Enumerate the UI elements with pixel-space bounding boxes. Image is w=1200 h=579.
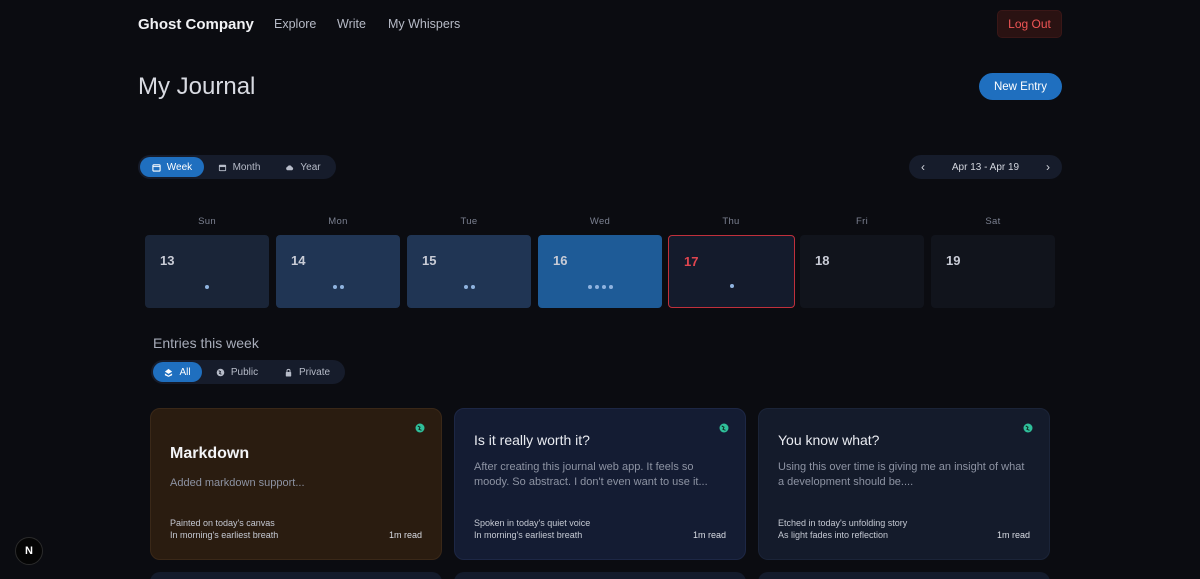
weekday-label: Fri [856,216,868,227]
read-time: 1m read [692,530,726,540]
chevron-right-icon[interactable]: › [1046,161,1050,173]
entry-dots [669,284,794,288]
brand-logo[interactable]: Ghost Company [138,16,254,33]
day-cell[interactable]: 18 [800,235,924,308]
view-month-tab[interactable]: Month [204,157,274,177]
entry-caption: Etched in today's unfolding story [778,518,908,528]
day-number: 19 [946,253,961,268]
day-cell[interactable]: 16 [538,235,662,308]
nav-link-my-whispers[interactable]: My Whispers [388,17,460,31]
globe-icon [216,368,225,377]
entries-section-title: Entries this week [153,335,259,351]
view-week-tab[interactable]: Week [140,157,204,177]
day-cell[interactable]: 15 [407,235,531,308]
entry-title: Markdown [170,445,250,462]
date-range-nav: ‹ Apr 13 - Apr 19 › [909,155,1062,179]
filter-private-label: Private [298,366,331,378]
weekday-label: Sun [198,216,216,227]
lock-icon [284,368,293,377]
dev-tools-badge[interactable]: N [15,537,43,565]
entry-card[interactable]: You know what? Using this over time is g… [758,408,1050,560]
weekday-label: Wed [589,216,611,227]
day-number: 18 [815,253,830,268]
date-range-label: Apr 13 - Apr 19 [951,161,1020,173]
logout-button[interactable]: Log Out [997,10,1062,38]
new-entry-button[interactable]: New Entry [979,73,1062,100]
cloud-icon [285,163,294,172]
entry-card[interactable]: Markdown Added markdown support... Paint… [150,408,442,560]
entry-dot [470,285,475,289]
entry-dots [145,285,269,289]
day-number: 13 [160,253,175,268]
view-year-label: Year [300,161,321,173]
weekday-label: Tue [460,216,478,227]
entry-dots [407,285,531,289]
nav-link-write[interactable]: Write [337,17,366,31]
read-time: 1m read [996,530,1030,540]
nav-link-explore[interactable]: Explore [274,17,316,31]
globe-icon [1023,423,1033,433]
entry-dot [332,285,337,289]
entry-dot [205,285,209,289]
read-time: 1m read [388,530,422,540]
entry-title: Is it really worth it? [474,432,590,448]
entry-dot [463,285,468,289]
calendar-week-icon [152,163,161,172]
entry-card[interactable] [454,572,746,579]
entry-time-phrase: As light fades into reflection [778,530,889,540]
entry-card[interactable]: Is it really worth it? After creating th… [454,408,746,560]
entry-excerpt: Using this over time is giving me an ins… [778,461,1025,488]
globe-icon [415,423,425,433]
entry-excerpt: After creating this journal web app. It … [474,461,708,488]
day-number: 15 [422,253,437,268]
view-toggle: Week Month Year [138,155,336,179]
entry-caption: Spoken in today's quiet voice [474,518,591,528]
weekday-label: Sat [985,216,1001,227]
entry-dot [601,285,606,289]
entry-card[interactable] [758,572,1050,579]
day-cell-today[interactable]: 17 [668,235,795,308]
filter-public-label: Public [230,366,259,378]
entry-title: You know what? [778,432,880,448]
top-nav: Ghost Company Explore Write My Whispers … [138,10,1062,39]
globe-icon [719,423,729,433]
day-number: 16 [553,253,568,268]
calendar-month-icon [218,163,227,172]
entry-dot [339,285,344,289]
entry-dot [729,284,734,288]
entry-dot [608,285,613,289]
view-month-label: Month [232,161,261,173]
weekday-label: Thu [722,216,740,227]
entry-time-phrase: In morning's earliest breath [170,530,279,540]
entry-excerpt: Added markdown support... [170,477,305,489]
entry-dot [587,285,592,289]
filter-private-tab[interactable]: Private [272,362,342,382]
entry-dots [276,285,400,289]
entry-dot [594,285,599,289]
day-number: 17 [684,254,699,269]
day-cell[interactable]: 13 [145,235,269,308]
entry-caption: Painted on today's canvas [170,518,275,528]
weekday-label: Mon [328,216,348,227]
view-week-label: Week [166,161,193,173]
stack-icon [164,368,173,377]
day-cell[interactable]: 14 [276,235,400,308]
day-cell[interactable]: 19 [931,235,1055,308]
visibility-filter: All Public Private [151,360,345,384]
entry-dots [538,285,662,289]
filter-public-tab[interactable]: Public [202,362,272,382]
filter-all-tab[interactable]: All [153,362,202,382]
entry-card[interactable] [150,572,442,579]
filter-all-label: All [179,366,191,378]
entry-time-phrase: In morning's earliest breath [474,530,583,540]
page-title: My Journal [138,73,256,100]
chevron-left-icon[interactable]: ‹ [921,161,925,173]
day-number: 14 [291,253,306,268]
view-year-tab[interactable]: Year [274,157,332,177]
